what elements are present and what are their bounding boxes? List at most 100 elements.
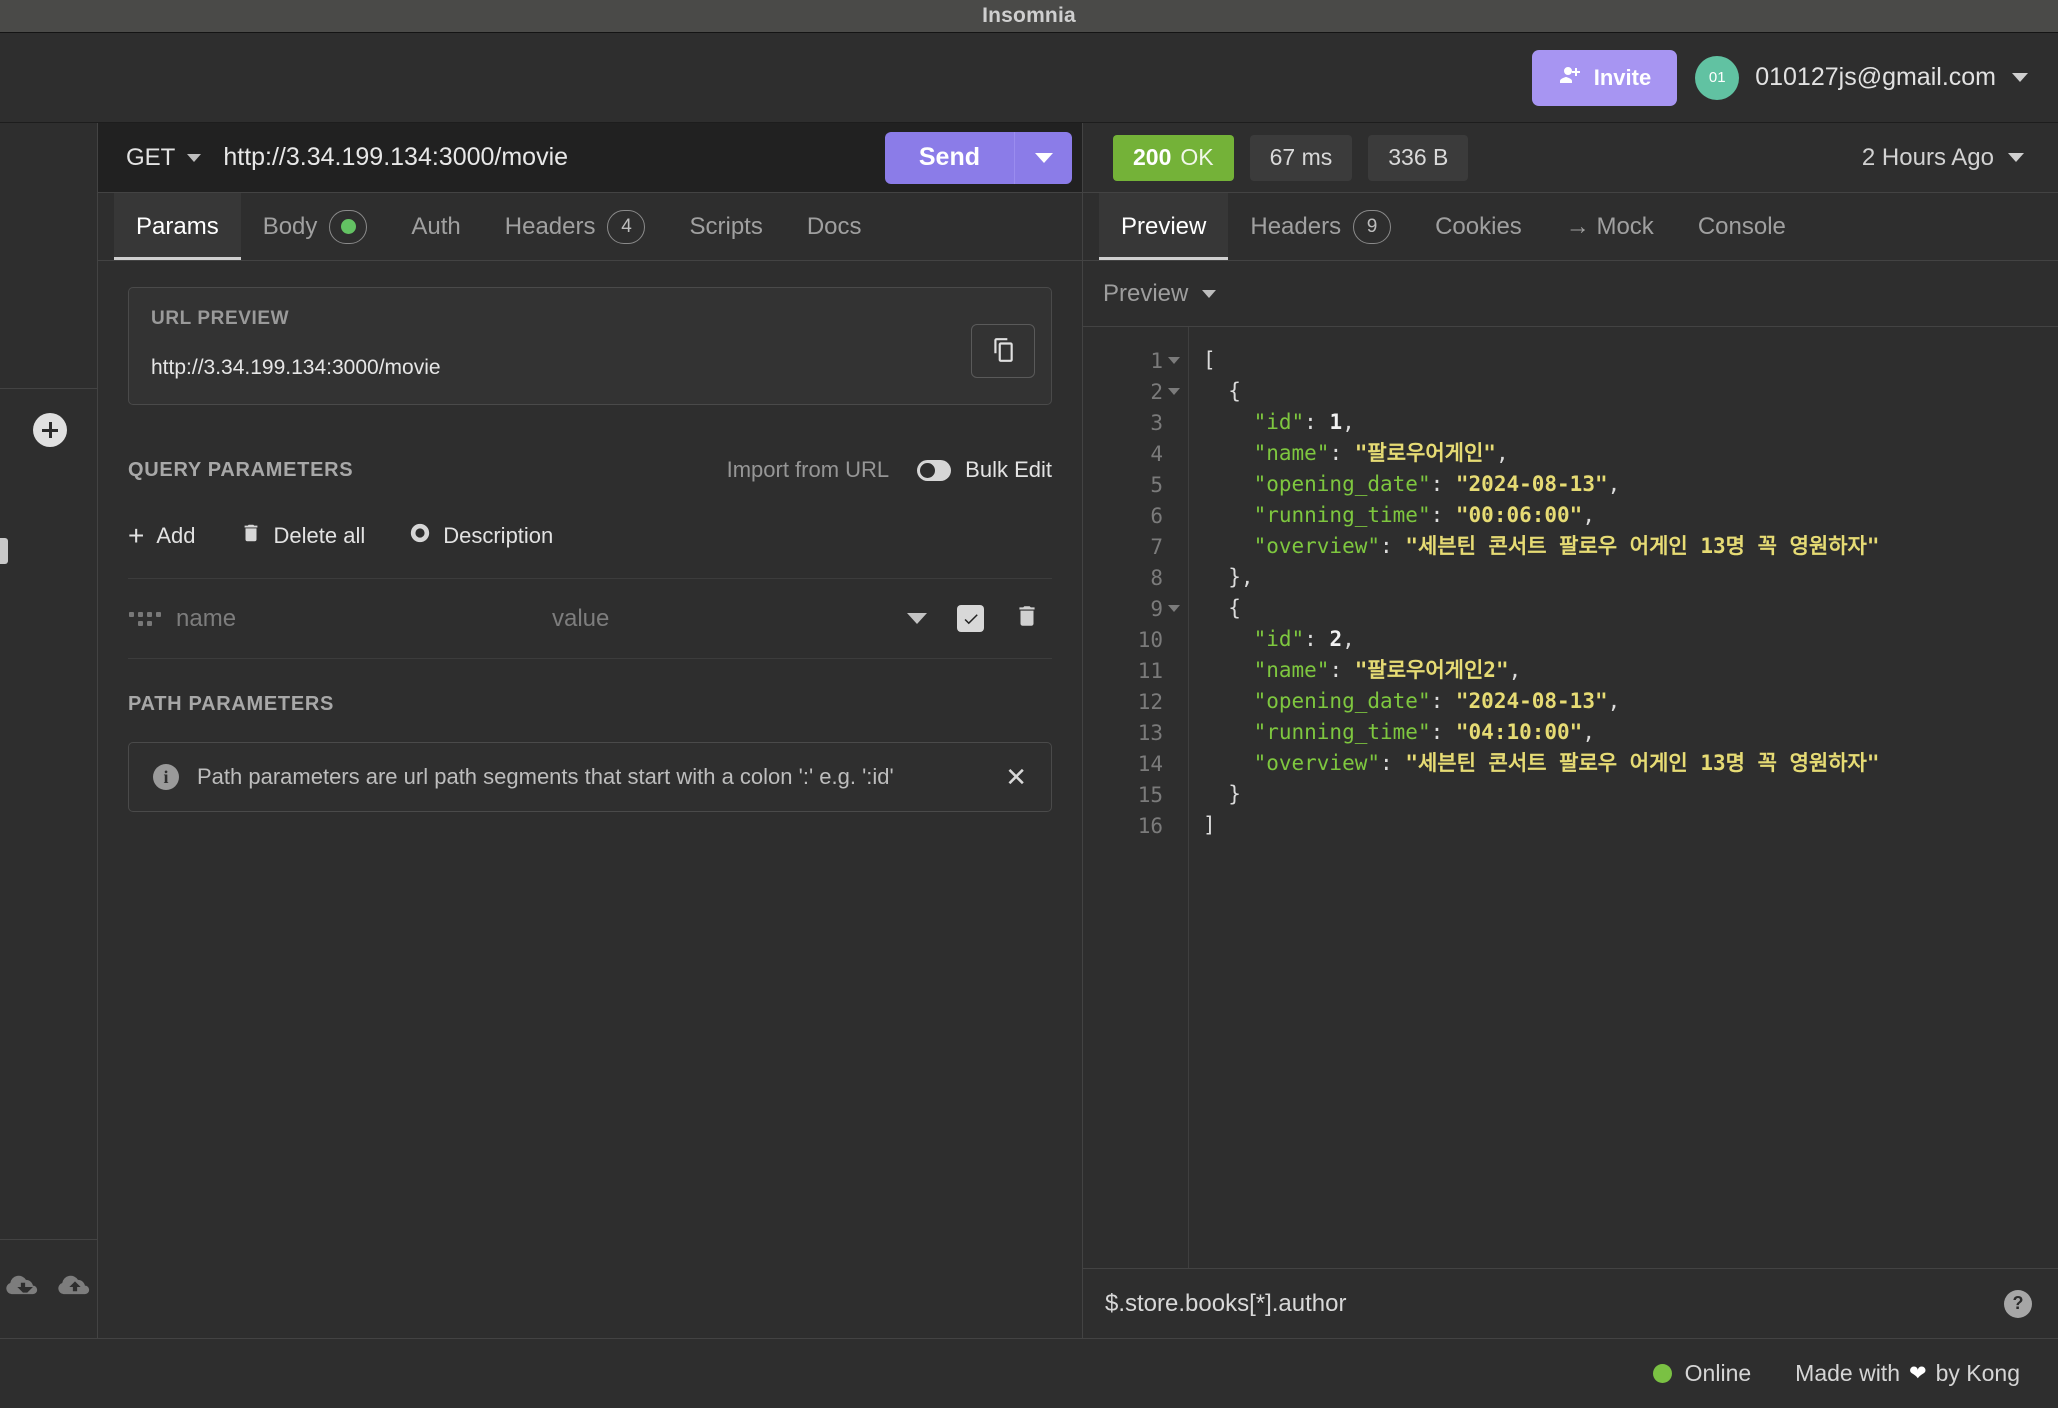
add-param-button[interactable]: + Add xyxy=(128,521,196,549)
line-number: 10 xyxy=(1137,627,1163,652)
made-with-suffix: by Kong xyxy=(1935,1360,2020,1386)
response-tabs: Preview Headers 9 Cookies → Mock Console xyxy=(1083,193,2058,261)
line-number: 1 xyxy=(1083,345,1188,376)
chevron-down-icon xyxy=(187,153,202,162)
tab-scripts-label: Scripts xyxy=(689,212,763,240)
tab-cookies[interactable]: Cookies xyxy=(1413,193,1544,260)
code-line: }, xyxy=(1203,565,1254,589)
online-label: Online xyxy=(1684,1360,1752,1386)
tab-preview[interactable]: Preview xyxy=(1099,193,1229,260)
tab-mock[interactable]: → Mock xyxy=(1544,193,1676,260)
line-number: 3 xyxy=(1150,410,1163,435)
code-line: } xyxy=(1203,782,1241,806)
response-filter-bar: $.store.books[*].author ? xyxy=(1083,1268,2058,1338)
url-preview-value: http://3.34.199.134:3000/movie xyxy=(151,356,441,379)
tab-docs-label: Docs xyxy=(806,212,862,240)
rail-middle-section xyxy=(0,389,97,1240)
tab-console-label: Console xyxy=(1697,212,1786,240)
import-from-url-button[interactable]: Import from URL xyxy=(727,457,890,483)
copy-url-button[interactable] xyxy=(971,324,1035,378)
main-body: GET http://3.34.199.134:3000/movie Send … xyxy=(0,123,2058,1338)
response-history-dropdown[interactable]: 2 Hours Ago xyxy=(1862,144,2024,172)
delete-all-params-button[interactable]: Delete all xyxy=(240,522,365,550)
url-input[interactable]: http://3.34.199.134:3000/movie xyxy=(201,143,885,172)
send-options-button[interactable] xyxy=(1014,131,1072,184)
tab-body-label: Body xyxy=(262,212,318,240)
preview-mode-label: Preview xyxy=(1103,279,1189,307)
tab-headers[interactable]: Headers 4 xyxy=(483,193,668,260)
tab-headers-label: Headers xyxy=(504,212,596,240)
query-param-row: name value xyxy=(128,579,1052,659)
help-icon[interactable]: ? xyxy=(2004,1289,2032,1318)
request-response-panes: GET http://3.34.199.134:3000/movie Send … xyxy=(98,123,2058,1338)
window-titlebar: Insomnia xyxy=(0,0,2058,33)
fold-arrow-icon[interactable] xyxy=(1168,388,1180,395)
tab-scripts[interactable]: Scripts xyxy=(667,193,784,260)
drag-handle-icon[interactable] xyxy=(128,611,162,626)
cloud-upload-icon[interactable] xyxy=(58,1270,92,1309)
invite-button[interactable]: Invite xyxy=(1531,49,1678,106)
fold-arrow-icon[interactable] xyxy=(1168,357,1180,364)
online-status: Online xyxy=(1652,1360,1752,1387)
add-param-label: Add xyxy=(156,522,196,548)
bulk-edit-label: Bulk Edit xyxy=(965,457,1052,482)
param-options-chevron-icon[interactable] xyxy=(907,613,927,624)
tab-params-label: Params xyxy=(136,212,219,240)
code-line: "name": "팔로우어게인", xyxy=(1253,441,1509,465)
line-number: 8 xyxy=(1150,565,1163,590)
path-parameters-section: PATH PARAMETERS i Path parameters are ur… xyxy=(128,693,1052,812)
request-tabs: Params Body Auth Headers 4 Scripts Docs xyxy=(98,193,1082,261)
delete-param-button[interactable] xyxy=(1014,603,1040,634)
body-present-indicator xyxy=(329,209,368,244)
param-name-input[interactable]: name xyxy=(162,605,552,633)
tab-console[interactable]: Console xyxy=(1676,193,1808,260)
made-with-love-label: Made with ❤ by Kong xyxy=(1795,1360,2020,1387)
tab-response-headers[interactable]: Headers 9 xyxy=(1228,193,1413,260)
code-line: "id": 1, xyxy=(1253,410,1355,434)
app-title: Insomnia xyxy=(982,4,1076,27)
line-number: 12 xyxy=(1137,689,1163,714)
method-selector[interactable]: GET xyxy=(98,144,202,172)
jsonpath-filter-input[interactable]: $.store.books[*].author xyxy=(1105,1290,2004,1318)
tab-params[interactable]: Params xyxy=(114,193,241,260)
url-preview-box: URL PREVIEW http://3.34.199.134:3000/mov… xyxy=(128,287,1052,405)
description-toggle[interactable]: Description xyxy=(409,522,553,550)
copy-icon xyxy=(990,337,1016,366)
line-number: 2 xyxy=(1083,376,1188,407)
fold-arrow-icon[interactable] xyxy=(1168,605,1180,612)
param-enabled-checkbox[interactable] xyxy=(957,605,984,632)
line-number: 7 xyxy=(1150,534,1163,559)
query-parameters-actions: Import from URL Bulk Edit xyxy=(727,457,1052,483)
line-number: 13 xyxy=(1137,720,1163,745)
account-menu[interactable]: 01 010127js@gmail.com xyxy=(1695,55,2028,100)
preview-mode-selector[interactable]: Preview xyxy=(1083,261,2058,327)
info-icon: i xyxy=(153,764,179,790)
param-row-actions xyxy=(907,603,1052,634)
rail-top-section xyxy=(0,123,97,389)
request-pane: GET http://3.34.199.134:3000/movie Send … xyxy=(98,123,1083,1338)
code-line: "id": 2, xyxy=(1253,627,1355,651)
account-bar: Invite 01 010127js@gmail.com xyxy=(0,33,2058,123)
params-toolbar: + Add Delete all Description xyxy=(128,493,1052,579)
close-icon[interactable]: ✕ xyxy=(1005,764,1027,790)
code-line: "overview": "세븐틴 콘서트 팔로우 어게인 13명 꼭 영원하자" xyxy=(1253,751,1880,775)
query-parameters-header: QUERY PARAMETERS Import from URL Bulk Ed… xyxy=(128,447,1052,493)
code-line: "opening_date": "2024-08-13", xyxy=(1253,689,1621,713)
tab-auth[interactable]: Auth xyxy=(389,193,482,260)
cloud-download-icon[interactable] xyxy=(6,1270,40,1309)
trash-icon xyxy=(240,522,262,550)
chevron-down-icon xyxy=(2012,73,2028,82)
send-button[interactable]: Send xyxy=(884,131,1014,184)
param-value-input[interactable]: value xyxy=(552,605,907,633)
made-with-prefix: Made with xyxy=(1795,1360,1900,1386)
json-code-content[interactable]: [ { "id": 1, "name": "팔로우어게인", "opening_… xyxy=(1189,327,2058,1268)
bulk-edit-toggle[interactable]: Bulk Edit xyxy=(917,457,1052,483)
add-request-button[interactable] xyxy=(33,413,67,447)
response-time-badge: 67 ms xyxy=(1249,134,1353,181)
code-line: [ xyxy=(1203,348,1216,372)
line-number: 16 xyxy=(1137,813,1163,838)
tab-docs[interactable]: Docs xyxy=(785,193,884,260)
sidebar-resize-handle[interactable] xyxy=(0,538,8,564)
query-parameters-title: QUERY PARAMETERS xyxy=(128,458,354,481)
tab-body[interactable]: Body xyxy=(241,193,390,260)
